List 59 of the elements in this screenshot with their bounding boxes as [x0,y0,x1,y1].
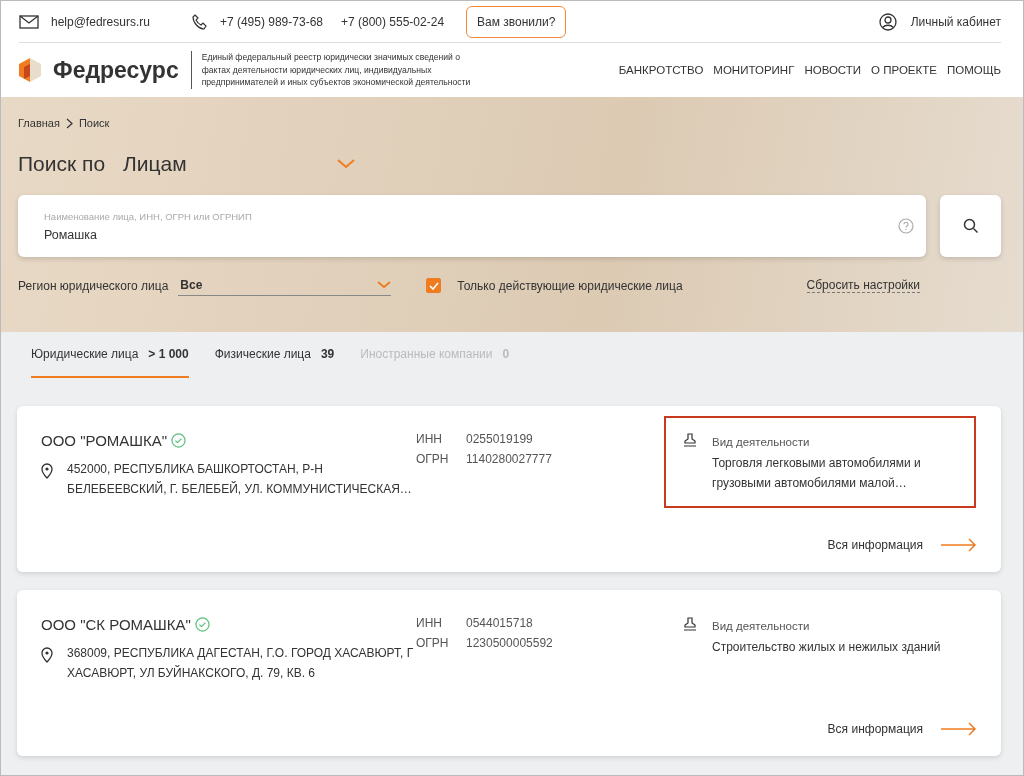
breadcrumb-link[interactable]: Поиск [78,117,110,129]
site-tagline: Единый федеральный реестр юридически значимых сведений о фактах деятельности юридических лиц, индивидуальных предпринимателей и иных субъектов экономической деятельности [190,51,491,89]
chevron-down-icon [377,281,392,289]
search-button[interactable] [940,195,1001,257]
chevron-down-icon [337,159,356,169]
field-label: Наименование лица, ИНН, ОГРН или ОГРНИП [44,210,253,222]
activity-label: Вид деятельности [712,436,810,448]
chevron-right-icon [65,117,73,129]
result-tab[interactable]: Физические лица 39 [214,332,335,378]
company-name[interactable]: ООО "СК РОМАШКА" [41,616,191,633]
user-icon [878,12,897,31]
search-input[interactable]: Ромашка [44,227,898,242]
phone-icon [191,13,208,30]
activity-label: Вид деятельности [712,620,810,632]
inn-label: ИНН [416,432,443,446]
account-link[interactable]: Личный кабинет [910,14,1001,29]
reset-settings-link[interactable]: Сбросить настройки [806,278,920,293]
location-pin-icon [41,647,53,663]
arrow-right-icon [941,538,977,552]
stamp-icon [682,616,698,632]
ogrn-value: 1140280027777 [466,452,553,466]
region-label: Регион юридического лица [18,278,169,293]
company-address: 368009, РЕСПУБЛИКА ДАГЕСТАН, Г.О. ГОРОД ХАСАВЮРТ, Г ХАСАВЮРТ, УЛ БУЙНАКСКОГО, Д. 79, КВ. 6 [67,645,415,682]
phone-number[interactable]: +7 (495) 989-73-68 [219,14,323,29]
search-icon [962,218,979,234]
arrow-right-icon [941,722,977,736]
activity-text: Торговля легковыми автомобилями и грузовыми автомобилями малой… [712,455,922,492]
ogrn-value: 1230500005592 [466,636,554,650]
logo-icon [17,57,43,83]
email-link[interactable]: help@fedresurs.ru [51,14,150,29]
page-title: Поиск по [18,152,106,176]
nav-link[interactable]: МОНИТОРИНГ [713,64,795,76]
inn-value: 0544015718 [466,616,534,630]
breadcrumb-link[interactable]: Главная [18,117,60,129]
stamp-icon [682,432,698,448]
all-info-link[interactable]: Вся информация [827,538,977,552]
company-address: 452000, РЕСПУБЛИКА БАШКОРТОСТАН, Р-Н БЕЛЕБЕЕВСКИЙ, Г. БЕЛЕБЕЙ, УЛ. КОММУНИСТИЧЕСКАЯ… [67,461,413,498]
nav-link[interactable]: ПОМОЩЬ [946,64,1001,76]
search-type-dropdown[interactable]: Лицам [123,152,356,176]
ogrn-label: ОГРН [416,452,450,466]
region-dropdown[interactable]: Все [178,275,392,296]
call-back-button[interactable]: Вам звонили? [466,5,567,38]
inn-label: ИНН [416,616,443,630]
nav-link[interactable]: О ПРОЕКТЕ [871,64,937,76]
checkbox-label: Только действующие юридические лица [457,278,683,293]
location-pin-icon [41,463,53,479]
active-only-checkbox[interactable] [426,278,442,293]
inn-value: 0255019199 [466,432,534,446]
phone-number[interactable]: +7 (800) 555-02-24 [341,14,445,29]
nav-link[interactable]: БАНКРОТСТВО [618,64,704,76]
company-name[interactable]: ООО "РОМАШКА" [41,432,168,449]
all-info-link[interactable]: Вся информация [827,722,977,736]
result-tab[interactable]: Юридические лица > 1 000 [31,332,189,378]
ogrn-label: ОГРН [416,636,450,650]
mail-icon [19,14,39,29]
activity-text: Строительство жилых и нежилых зданий [712,639,941,656]
nav-link[interactable]: НОВОСТИ [804,64,862,76]
help-icon[interactable] [898,218,914,234]
logo-text[interactable]: Федресурс [53,56,179,84]
